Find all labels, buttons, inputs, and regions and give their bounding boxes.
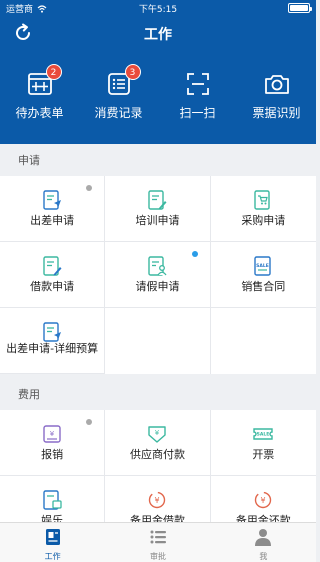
sale-doc-icon: SALE xyxy=(254,256,272,276)
svg-text:¥: ¥ xyxy=(50,430,55,438)
grid-item-training[interactable]: 培训申请 xyxy=(105,176,211,242)
quick-action-scan[interactable]: 扫一扫 xyxy=(158,60,237,130)
grid-item-travel[interactable]: 出差申请 xyxy=(0,176,106,242)
grid-item-label: 开票 xyxy=(252,448,275,461)
tab-label: 审批 xyxy=(149,552,166,561)
grid-item-travel-budget[interactable]: 出差申请-详细预算 xyxy=(0,308,106,374)
purchase-doc-icon xyxy=(254,190,271,210)
grid-item-label: 出差申请-详细预算 xyxy=(6,342,99,355)
grid-item-label: 供应商付款 xyxy=(129,448,185,461)
profile-icon xyxy=(255,529,272,546)
grid-item-purchase[interactable]: 采购申请 xyxy=(210,176,316,242)
grid-item-label: 培训申请 xyxy=(135,214,180,227)
status-time: 下午5:15 xyxy=(138,5,178,15)
leave-doc-icon xyxy=(148,256,168,276)
battery-icon xyxy=(288,3,312,13)
quick-action-expenses[interactable]: 3 消费记录 xyxy=(79,60,158,130)
petty-repay-icon: ¥ xyxy=(255,491,272,509)
badge-count: 2 xyxy=(45,64,62,80)
grid-empty-cell xyxy=(105,308,211,374)
grid-item-label: 借款申请 xyxy=(30,280,75,293)
tab-label: 我 xyxy=(259,552,268,561)
tab-work[interactable]: 工作 xyxy=(0,523,105,562)
grid-item-label: 请假申请 xyxy=(135,280,180,293)
tab-approval[interactable]: 审批 xyxy=(105,523,210,562)
grid-item-label: 出差申请 xyxy=(30,214,75,227)
status-dot xyxy=(191,251,198,257)
status-bar: 运营商 下午5:15 xyxy=(0,0,316,16)
svg-text:¥: ¥ xyxy=(155,429,160,437)
travel-budget-icon xyxy=(43,322,62,342)
badge-count: 3 xyxy=(124,64,141,80)
grid-item-reimburse[interactable]: ¥ 报销 xyxy=(0,410,106,476)
work-icon xyxy=(45,529,60,545)
quick-action-label: 扫一扫 xyxy=(179,106,216,120)
grid-item-supplier-payment[interactable]: ¥ 供应商付款 xyxy=(105,410,211,476)
approval-icon xyxy=(150,530,166,544)
header-banner: 运营商 下午5:15 工作 2 待办表单 3 消费记录 扫一扫 票据识别 xyxy=(0,0,316,144)
quick-action-label: 票据识别 xyxy=(252,106,301,120)
apply-grid: 出差申请 培训申请 采购申请 借款申请 请假申请 SALE 销售合同 出差申请-… xyxy=(0,176,316,374)
quick-action-label: 待办表单 xyxy=(15,106,64,120)
svg-text:SALE: SALE xyxy=(256,263,269,269)
invoice-icon: SALE xyxy=(253,428,274,440)
section-title-expense: 费用 xyxy=(18,388,40,401)
grid-empty-cell xyxy=(210,308,316,374)
bottom-tab-bar: 工作 审批 我 xyxy=(0,522,316,562)
page-title: 工作 xyxy=(144,27,172,43)
scan-icon xyxy=(186,73,209,95)
status-dot xyxy=(86,419,93,425)
grid-item-sales-contract[interactable]: SALE 销售合同 xyxy=(210,242,316,308)
training-doc-icon xyxy=(148,190,167,210)
grid-item-label: 销售合同 xyxy=(241,280,286,293)
travel-doc-icon xyxy=(43,190,62,210)
petty-loan-icon: ¥ xyxy=(149,491,166,509)
supplier-pay-icon: ¥ xyxy=(148,426,167,443)
svg-text:¥: ¥ xyxy=(155,496,160,505)
quick-action-todo[interactable]: 2 待办表单 xyxy=(0,60,79,130)
reimburse-icon: ¥ xyxy=(43,425,61,443)
grid-item-loan[interactable]: 借款申请 xyxy=(0,242,106,308)
grid-item-label: 采购申请 xyxy=(241,214,286,227)
tab-me[interactable]: 我 xyxy=(211,523,316,562)
camera-icon xyxy=(264,75,289,94)
section-title-apply: 申请 xyxy=(18,154,40,167)
svg-text:¥: ¥ xyxy=(261,496,266,505)
grid-item-leave[interactable]: 请假申请 xyxy=(105,242,211,308)
entertainment-icon xyxy=(43,490,62,510)
status-dot xyxy=(86,185,93,191)
quick-actions: 2 待办表单 3 消费记录 扫一扫 票据识别 xyxy=(0,60,316,130)
nav-bar: 工作 xyxy=(0,18,316,48)
grid-item-label: 报销 xyxy=(41,448,64,461)
grid-item-invoice[interactable]: SALE 开票 xyxy=(210,410,316,476)
quick-action-label: 消费记录 xyxy=(94,106,143,120)
tab-label: 工作 xyxy=(44,552,61,561)
quick-action-receipt[interactable]: 票据识别 xyxy=(237,60,316,130)
svg-text:SALE: SALE xyxy=(257,432,270,438)
loan-doc-icon xyxy=(43,256,62,276)
